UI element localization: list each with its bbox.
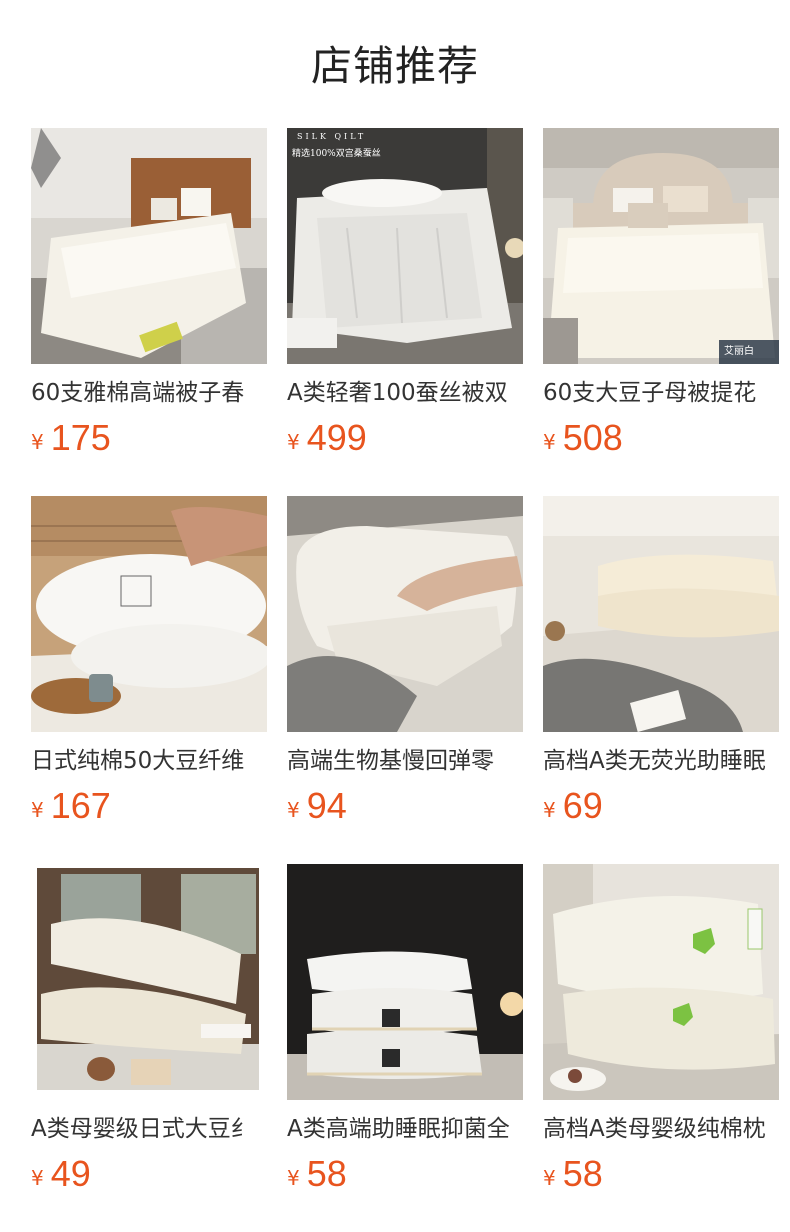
- product-card[interactable]: A类母婴级日式大豆纟 ¥49: [31, 864, 267, 1232]
- product-title[interactable]: 60支大豆子母被提花: [543, 373, 779, 413]
- price-amount: 167: [50, 785, 111, 826]
- pillows-window-image: [31, 864, 267, 1100]
- product-image[interactable]: [31, 496, 267, 732]
- cream-comforter-tufted-headboard-image: [543, 128, 779, 364]
- product-title[interactable]: 高档A类母婴级纯棉枕: [543, 1109, 779, 1149]
- price-amount: 508: [562, 417, 623, 458]
- currency-symbol: ¥: [543, 430, 556, 454]
- product-price: ¥49: [31, 1150, 91, 1198]
- product-card[interactable]: 高端生物基慢回弹零 ¥94: [287, 496, 523, 864]
- currency-symbol: ¥: [287, 1166, 300, 1190]
- product-price: ¥69: [543, 782, 603, 830]
- product-price: ¥58: [543, 1150, 603, 1198]
- currency-symbol: ¥: [31, 1166, 44, 1190]
- price-amount: 94: [306, 785, 347, 826]
- memory-foam-pillow-image: [287, 496, 523, 732]
- product-price: ¥175: [31, 414, 111, 462]
- product-card[interactable]: 60支雅棉高端被子春 ¥175: [31, 128, 267, 496]
- currency-symbol: ¥: [287, 430, 300, 454]
- product-card[interactable]: A类高端助睡眠抑菌全 ¥58: [287, 864, 523, 1232]
- product-card[interactable]: 艾丽白 60支大豆子母被提花 ¥508: [543, 128, 779, 496]
- price-amount: 49: [50, 1153, 91, 1194]
- healthy-clean-pillows-image: [543, 864, 779, 1100]
- product-image[interactable]: [31, 864, 267, 1100]
- cream-pillows-stack-image: [543, 496, 779, 732]
- currency-symbol: ¥: [287, 798, 300, 822]
- product-title[interactable]: A类高端助睡眠抑菌全: [287, 1109, 523, 1149]
- image-overlay-caption: 精选100%双宫桑蚕丝: [292, 149, 381, 159]
- price-amount: 499: [306, 417, 367, 458]
- product-image[interactable]: [287, 864, 523, 1100]
- price-amount: 69: [562, 785, 603, 826]
- image-overlay-brand: SILK QILT: [297, 132, 367, 141]
- product-image[interactable]: [31, 128, 267, 364]
- product-image[interactable]: [543, 496, 779, 732]
- product-card[interactable]: 日式纯棉50大豆纤维 ¥167: [31, 496, 267, 864]
- product-title[interactable]: A类母婴级日式大豆纟: [31, 1109, 267, 1149]
- soybean-pillow-hand-image: [31, 496, 267, 732]
- product-price: ¥58: [287, 1150, 347, 1198]
- product-card[interactable]: 高档A类无荧光助睡眠 ¥69: [543, 496, 779, 864]
- product-price: ¥508: [543, 414, 623, 462]
- product-card[interactable]: SILK QILT 精选100%双宫桑蚕丝 A类轻奢100蚕丝被双 ¥499: [287, 128, 523, 496]
- product-price: ¥167: [31, 782, 111, 830]
- silk-quilt-bed-image: [287, 128, 523, 364]
- currency-symbol: ¥: [543, 798, 556, 822]
- price-amount: 175: [50, 417, 111, 458]
- product-image[interactable]: SILK QILT 精选100%双宫桑蚕丝: [287, 128, 523, 364]
- product-card[interactable]: 高档A类母婴级纯棉枕 ¥58: [543, 864, 779, 1232]
- image-overlay-label: 艾丽白: [724, 346, 754, 357]
- product-title[interactable]: 60支雅棉高端被子春: [31, 373, 267, 413]
- product-title[interactable]: 高端生物基慢回弹零: [287, 741, 523, 781]
- product-image[interactable]: 艾丽白: [543, 128, 779, 364]
- currency-symbol: ¥: [31, 798, 44, 822]
- product-title[interactable]: A类轻奢100蚕丝被双: [287, 373, 523, 413]
- product-price: ¥94: [287, 782, 347, 830]
- product-image[interactable]: [287, 496, 523, 732]
- product-title[interactable]: 高档A类无荧光助睡眠: [543, 741, 779, 781]
- price-amount: 58: [306, 1153, 347, 1194]
- product-grid: 60支雅棉高端被子春 ¥175 SILK QILT 精选100%双宫桑蚕丝 A类…: [31, 128, 779, 1232]
- product-title[interactable]: 日式纯棉50大豆纤维: [31, 741, 267, 781]
- currency-symbol: ¥: [543, 1166, 556, 1190]
- white-comforter-bedroom-image: [31, 128, 267, 364]
- section-title: 店铺推荐: [311, 42, 479, 90]
- price-amount: 58: [562, 1153, 603, 1194]
- product-image[interactable]: [543, 864, 779, 1100]
- stacked-pillows-dark-image: [287, 864, 523, 1100]
- product-price: ¥499: [287, 414, 367, 462]
- currency-symbol: ¥: [31, 430, 44, 454]
